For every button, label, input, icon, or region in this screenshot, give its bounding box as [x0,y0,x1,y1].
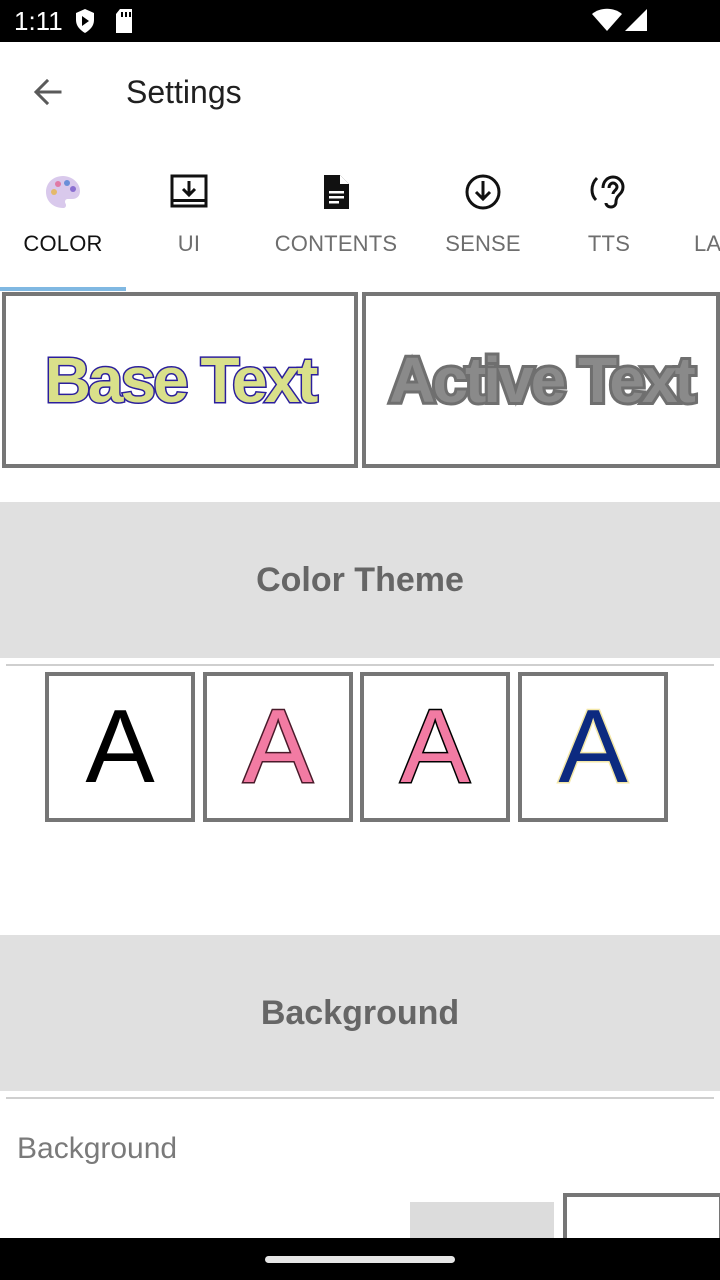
base-text-sample: Base Text [43,343,320,418]
status-time: 1:11 [14,6,63,36]
arrow-back-icon [33,78,62,106]
active-text-sample: Active Text [386,341,699,419]
home-indicator[interactable] [265,1256,455,1263]
tab-sense[interactable]: SENSE [420,142,546,290]
page-title: Settings [126,74,242,110]
tab-label: SENSE [445,231,521,256]
tab-label: LA [694,231,720,256]
theme-option-3[interactable]: A [360,672,510,822]
tab-contents[interactable]: CONTENTS [273,142,399,290]
tab-tts[interactable]: TTS [546,142,672,290]
document-icon [324,175,349,209]
download-box-icon [170,174,208,208]
palette-icon [46,176,80,208]
divider [6,664,714,666]
tab-label: TTS [587,231,631,256]
tab-ui[interactable]: UI [126,142,252,290]
color-theme-options: A A A A [45,672,675,830]
theme-letter: A [85,689,155,805]
base-text-preview[interactable]: Base Text [2,292,358,468]
background-label: Background [17,1132,178,1165]
sd-card-icon [116,9,132,33]
tab-label: COLOR [23,231,103,256]
theme-letter: A [557,689,629,805]
theme-option-4[interactable]: A [518,672,668,822]
divider [6,1097,714,1099]
theme-letter: A [242,689,314,805]
tab-label: CONTENTS [274,231,398,256]
tab-color[interactable]: COLOR [0,142,126,290]
theme-option-2[interactable]: A [203,672,353,822]
shield-icon [76,9,94,33]
background-option-gray[interactable] [410,1202,554,1242]
wifi-icon [592,8,622,31]
tab-indicator [0,287,126,291]
theme-letter: A [399,689,471,805]
circle-arrow-down-icon [465,174,501,210]
back-button[interactable] [18,64,78,120]
cell-signal-icon [625,9,647,31]
status-bar: 1:11 [0,0,720,42]
background-option-white[interactable] [563,1193,720,1243]
tab-label: UI [177,231,201,256]
section-header-background: Background [0,935,720,1091]
hearing-icon [590,175,625,209]
theme-option-1[interactable]: A [45,672,195,822]
active-text-preview[interactable]: Active Text [362,292,720,468]
section-header-color-theme: Color Theme [0,502,720,658]
tab-la[interactable]: LA [672,142,720,290]
text-preview-row: Base Text Active Text [0,292,720,468]
app-bar: Settings [0,42,720,142]
tab-bar: COLOR UI CONTENTS SENSE TTS LA [0,142,720,292]
